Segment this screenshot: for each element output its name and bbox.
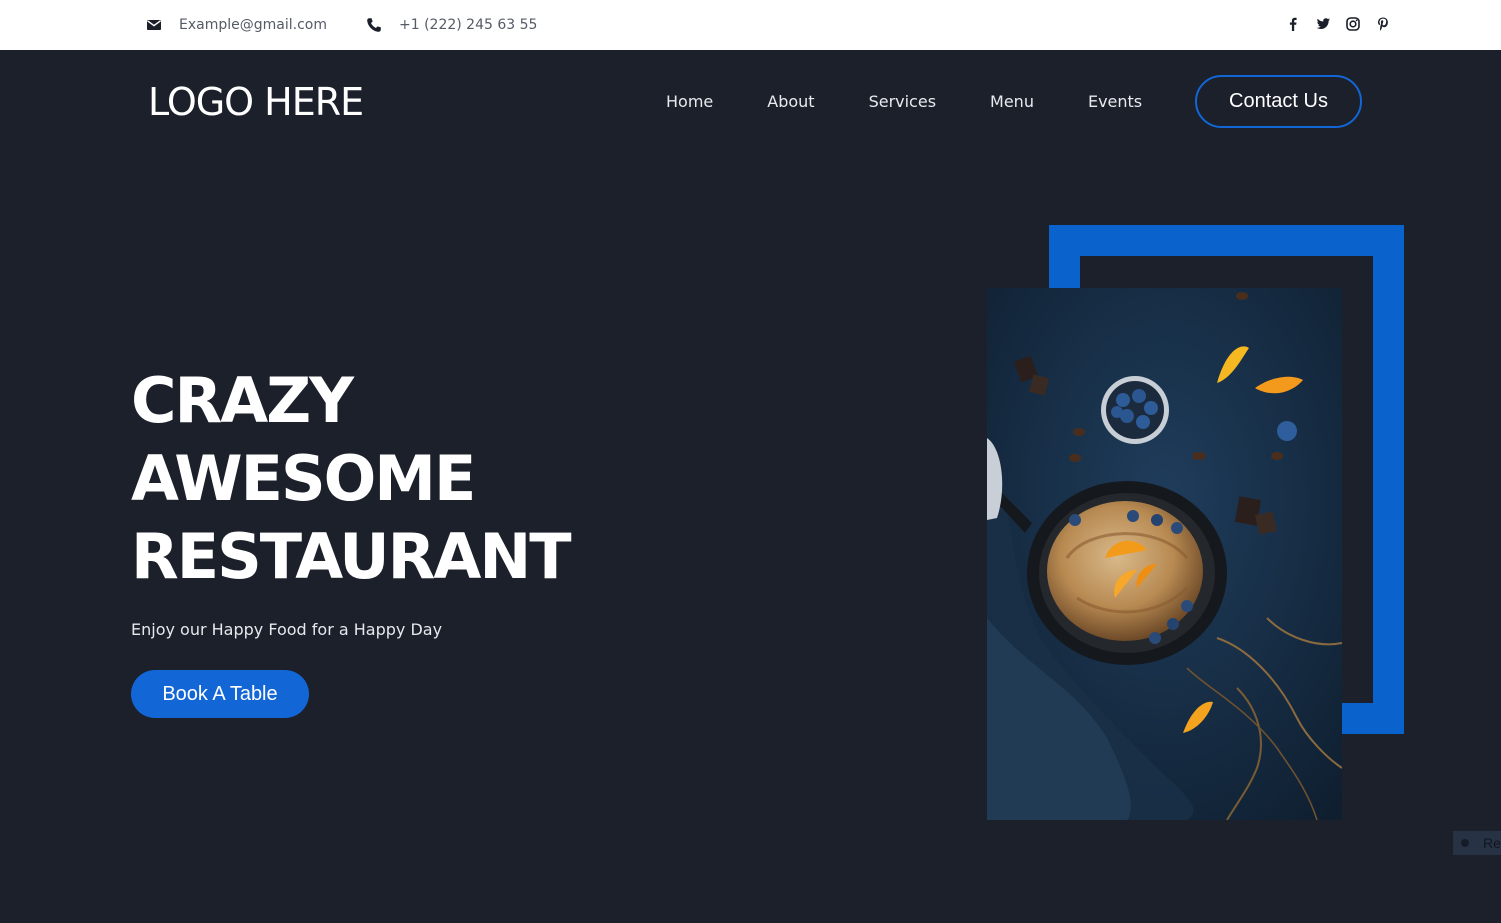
hero-title: CRAZY AWESOME RESTAURANT: [131, 362, 572, 596]
nav-menu[interactable]: Menu: [990, 90, 1034, 114]
hero-subtitle: Enjoy our Happy Food for a Happy Day: [131, 620, 443, 639]
social-links: [1285, 16, 1391, 32]
envelope-icon: [146, 17, 162, 33]
hero-title-line: CRAZY: [131, 364, 354, 437]
instagram-icon[interactable]: [1345, 16, 1361, 32]
book-a-table-button[interactable]: Book A Table: [131, 670, 309, 718]
nav-home[interactable]: Home: [666, 90, 713, 114]
nav-events[interactable]: Events: [1088, 90, 1142, 114]
widget-dot: [1461, 839, 1469, 847]
food-photo: [987, 288, 1342, 820]
hero-title-line: AWESOME: [131, 442, 476, 515]
pinterest-icon[interactable]: [1375, 16, 1391, 32]
phone-text: +1 (222) 245 63 55: [399, 17, 538, 33]
corner-widget-label: Re: [1483, 835, 1501, 851]
nav-services[interactable]: Services: [869, 90, 936, 114]
main-nav: Home About Services Menu Events: [666, 90, 1196, 114]
contact-phone[interactable]: +1 (222) 245 63 55: [366, 0, 537, 50]
email-text: Example@gmail.com: [179, 17, 327, 33]
twitter-icon[interactable]: [1315, 16, 1331, 32]
logo[interactable]: LOGO HERE: [148, 80, 364, 124]
contact-email[interactable]: Example@gmail.com: [146, 0, 327, 50]
phone-icon: [366, 17, 382, 33]
facebook-icon[interactable]: [1285, 16, 1301, 32]
corner-widget[interactable]: Re: [1453, 831, 1501, 855]
contact-us-button[interactable]: Contact Us: [1195, 75, 1362, 128]
nav-about[interactable]: About: [767, 90, 814, 114]
top-bar: Example@gmail.com +1 (222) 245 63 55: [0, 0, 1501, 50]
hero-title-line: RESTAURANT: [131, 520, 572, 593]
